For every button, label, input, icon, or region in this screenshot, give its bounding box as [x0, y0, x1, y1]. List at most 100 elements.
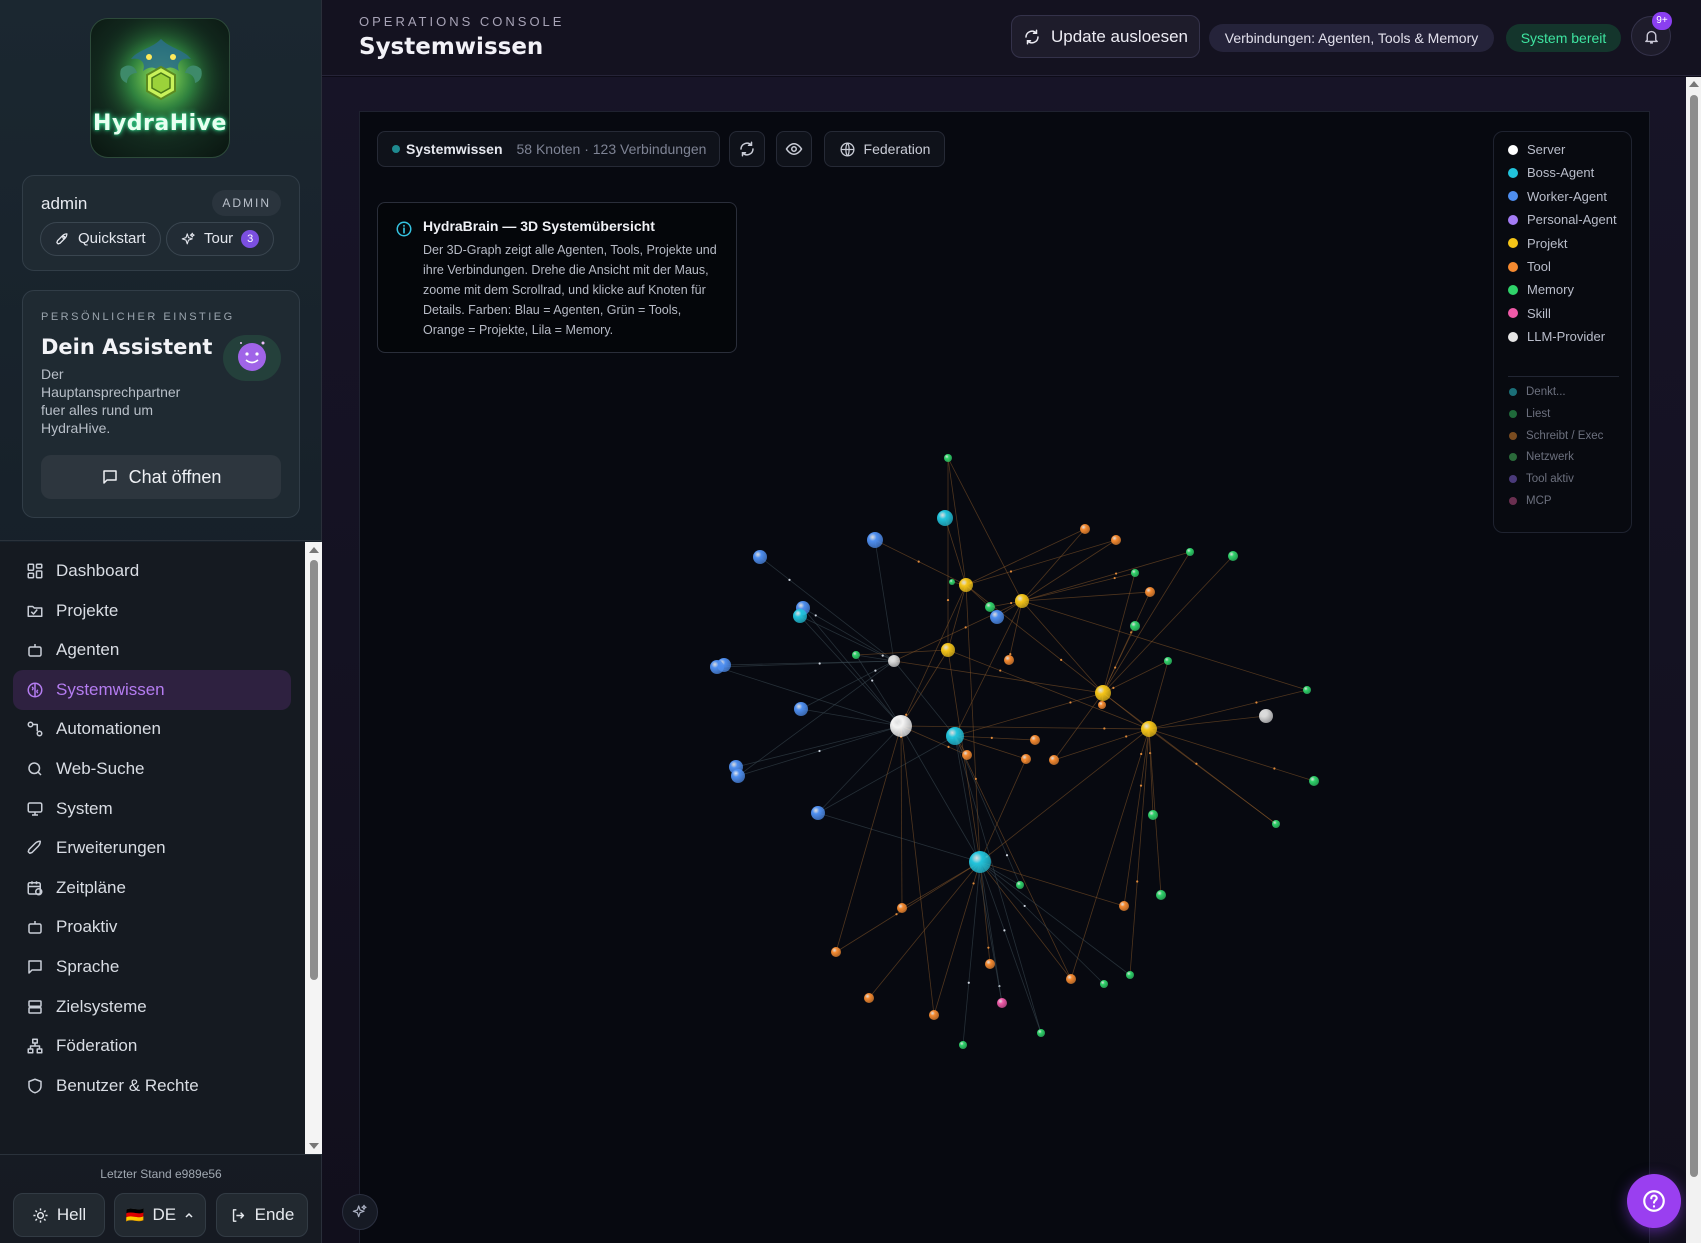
legend-label: Personal-Agent [1527, 212, 1617, 228]
graph-edge [1053, 692, 1104, 761]
edge-particle [974, 777, 977, 781]
graph-edge [900, 725, 1150, 730]
graph-edge [874, 539, 895, 662]
graph-node-tool[interactable] [985, 959, 995, 969]
graph-node-memory[interactable] [949, 579, 955, 585]
graph-node-server[interactable] [890, 715, 912, 737]
graph-node-tool[interactable] [1021, 754, 1031, 764]
graph-node-tool[interactable] [1111, 535, 1121, 545]
graph-node-memory[interactable] [1037, 1029, 1045, 1037]
toggle-visibility-button[interactable] [776, 131, 812, 167]
edge-particle [1060, 658, 1063, 661]
legend-swatch [1508, 308, 1518, 319]
graph-node-tool[interactable] [962, 750, 972, 760]
graph-node-memory[interactable] [1016, 881, 1024, 889]
graph-edge [1053, 728, 1150, 761]
legend-swatch [1509, 431, 1517, 440]
graph-node-tool[interactable] [1119, 901, 1129, 911]
graph-node-memory[interactable] [1156, 890, 1166, 900]
legend-label: Server [1527, 142, 1566, 157]
edge-particle [946, 598, 950, 602]
graph-node-worker[interactable] [811, 806, 825, 820]
graph-edge [1021, 600, 1104, 694]
graph-node-memory[interactable] [1164, 657, 1172, 665]
graph-node-memory[interactable] [1130, 621, 1140, 631]
page-scroll-thumb[interactable] [1690, 95, 1698, 1177]
graph-node-tool[interactable] [1004, 655, 1014, 665]
edge-particle [871, 679, 874, 682]
graph-edge [799, 615, 895, 662]
graph-node-memory[interactable] [1272, 820, 1280, 828]
graph-node-project[interactable] [941, 643, 955, 657]
graph-node-tool[interactable] [1066, 974, 1076, 984]
graph-node-project[interactable] [1015, 594, 1029, 608]
scroll-up-arrow-icon[interactable] [1689, 81, 1699, 87]
graph-node-boss[interactable] [969, 851, 991, 873]
graph-node-project[interactable] [959, 578, 973, 592]
graph-node-llm[interactable] [888, 655, 900, 667]
graph-node-memory[interactable] [1131, 569, 1139, 577]
legend-item: LLM-Provider [1508, 329, 1605, 344]
help-circle-icon [1643, 1190, 1665, 1212]
graph-node-tool[interactable] [1080, 524, 1090, 534]
legend-label: Tool [1527, 259, 1551, 274]
graph-node-tool[interactable] [864, 993, 874, 1003]
help-button[interactable] [1627, 1174, 1681, 1228]
graph-node-memory[interactable] [1309, 776, 1319, 786]
graph-node-memory[interactable] [944, 454, 952, 462]
ai-assist-button[interactable] [342, 1194, 378, 1230]
graph-node-memory[interactable] [1186, 548, 1194, 556]
graph-edge [965, 539, 1117, 586]
legend-activity-label: Denkt... [1526, 386, 1566, 398]
edge-particle [990, 736, 993, 739]
legend-swatch [1508, 191, 1518, 202]
graph-node-boss[interactable] [946, 727, 964, 745]
graph-node-tool[interactable] [929, 1010, 939, 1020]
graph-node-worker[interactable] [731, 769, 745, 783]
graph-node-skill[interactable] [997, 998, 1007, 1008]
graph-node-tool[interactable] [897, 903, 907, 913]
graph-node-project[interactable] [1141, 721, 1157, 737]
graph-node-worker[interactable] [753, 550, 767, 564]
legend-activity-item: Tool aktiv [1508, 473, 1574, 485]
graph-node-llm[interactable] [1259, 709, 1273, 723]
graph-stats: 58 Knoten · 123 Verbindungen [516, 141, 707, 157]
graph-edge [900, 725, 903, 909]
edge-particle [1273, 767, 1276, 770]
graph-node-project[interactable] [1095, 685, 1111, 701]
graph-node-memory[interactable] [985, 602, 995, 612]
graph-node-tool[interactable] [1049, 755, 1059, 765]
legend-swatch [1508, 144, 1518, 155]
edge-particle [874, 669, 877, 672]
graph-edge [1102, 572, 1136, 694]
graph-node-worker[interactable] [794, 702, 808, 716]
edge-particle [964, 626, 967, 629]
graph-edge [893, 660, 1104, 694]
graph-node-memory[interactable] [1228, 551, 1238, 561]
edge-particle [818, 662, 821, 665]
graph-node-boss[interactable] [793, 609, 807, 623]
reload-graph-button[interactable] [729, 131, 765, 167]
graph-node-memory[interactable] [959, 1041, 967, 1049]
graph-node-memory[interactable] [852, 651, 860, 659]
graph-node-tool[interactable] [1145, 587, 1155, 597]
graph-node-tool[interactable] [1098, 701, 1106, 709]
legend-swatch [1508, 261, 1518, 272]
graph-node-boss[interactable] [937, 510, 953, 526]
graph-node-tool[interactable] [1030, 735, 1040, 745]
graph-node-memory[interactable] [1303, 686, 1311, 694]
graph-node-memory[interactable] [1148, 810, 1158, 820]
graph-node-tool[interactable] [831, 947, 841, 957]
graph-node-worker[interactable] [710, 660, 724, 674]
knowledge-graph-3d[interactable] [0, 0, 1686, 1243]
legend-label: Projekt [1527, 235, 1568, 251]
page-scrollbar[interactable] [1686, 77, 1701, 1243]
graph-node-worker[interactable] [990, 610, 1004, 624]
graph-node-memory[interactable] [1100, 980, 1108, 988]
graph-node-worker[interactable] [867, 532, 883, 548]
graph-node-memory[interactable] [1126, 971, 1134, 979]
graph-edges [716, 456, 1315, 1046]
legend-swatch [1508, 214, 1518, 225]
federation-button[interactable]: Federation [824, 131, 945, 167]
legend-swatch [1509, 475, 1517, 484]
